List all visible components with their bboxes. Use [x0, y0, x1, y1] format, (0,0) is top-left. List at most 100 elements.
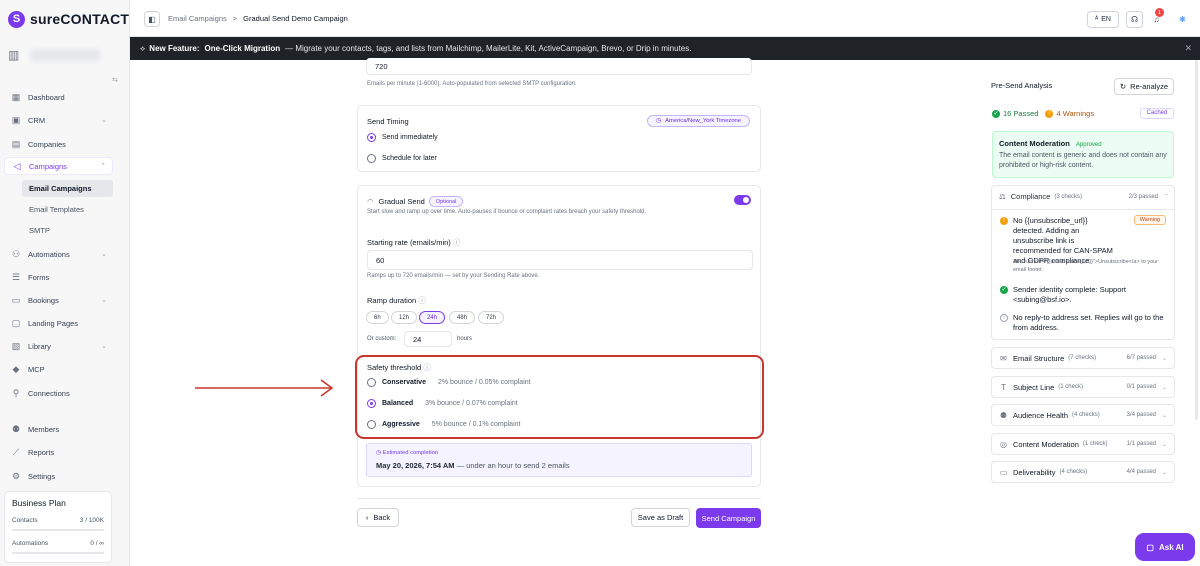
scrollbar[interactable] — [1195, 60, 1198, 420]
compliance-header[interactable]: ⚖ Compliance (3 checks) 2/3 passed ⌃ — [999, 192, 1169, 201]
chevron-down-icon: ⌄ — [1161, 384, 1167, 391]
text-icon: T — [1001, 382, 1006, 392]
email-structure-section[interactable]: ✉ Email Structure (7 checks) 6/7 passed ⌄ — [991, 347, 1175, 369]
deliverability-section[interactable]: ▭ Deliverability (4 checks) 4/4 passed ⌄ — [991, 461, 1175, 483]
workspace-name-blurred — [30, 49, 100, 61]
ramp-option-48h[interactable]: 48h — [449, 311, 476, 324]
send-immediately-radio[interactable]: Send immediately — [367, 133, 438, 142]
app-switch-icon[interactable]: ❋ — [1174, 11, 1191, 28]
compliance-info-text: No reply-to address set. Replies will go… — [1013, 313, 1164, 332]
passed-count: 16 Passed — [1003, 108, 1039, 118]
section-title: Audience Health — [1013, 410, 1069, 420]
ask-ai-button[interactable]: ▢ Ask AI — [1135, 533, 1195, 561]
actions-divider — [357, 498, 761, 499]
sidebar-subitem-email-campaigns[interactable]: Email Campaigns — [22, 180, 113, 197]
content-moderation-section[interactable]: ◎ Content Moderation (1 check) 1/1 passed ⌄ — [991, 433, 1175, 455]
sidebar-item-landing-pages[interactable]: ▢ Landing Pages — [4, 314, 113, 332]
sparkle-icon: ⟡ — [140, 43, 146, 53]
send-campaign-button[interactable]: Send Campaign — [696, 508, 761, 528]
section-passed: 0/1 passed — [1126, 384, 1156, 390]
sending-rate-input[interactable]: 720 — [366, 58, 752, 75]
section-passed: 6/7 passed — [1126, 355, 1156, 361]
sidebar-item-label: Companies — [28, 139, 66, 149]
ramp-option-72h[interactable]: 72h — [478, 311, 505, 324]
section-title: Subject Line — [1013, 382, 1055, 392]
layout-icon: ▢ — [11, 317, 21, 328]
building-icon: ▥ — [8, 48, 20, 62]
sidebar-item-campaigns[interactable]: ◁ Campaigns ⌃ — [4, 157, 113, 175]
section-passed: 4/4 passed — [1126, 469, 1156, 475]
breadcrumb-parent[interactable]: Email Campaigns — [168, 14, 227, 23]
breadcrumb-current: Gradual Send Demo Campaign — [243, 14, 348, 23]
workspace-switcher[interactable]: ▥ — [8, 42, 122, 68]
ramp-option-6h[interactable]: 6h — [366, 311, 389, 324]
banner-title[interactable]: One-Click Migration — [205, 44, 281, 53]
inbox-icon: ▭ — [999, 467, 1008, 477]
sending-rate-help: Emails per minute (1-6000). Auto-populat… — [367, 81, 577, 87]
sidebar-toggle-icon[interactable]: ◧ — [144, 11, 160, 27]
sidebar-item-bookings[interactable]: ▭ Bookings ⌄ — [4, 291, 113, 309]
plan-usage-card: Business Plan Contacts 3 / 100K Automatio… — [4, 491, 112, 563]
info-icon[interactable]: ⓘ — [453, 238, 461, 247]
send-timing-card: Send Timing ◷ America/New_York Timezone S… — [357, 105, 761, 172]
sidebar-item-label: Members — [28, 424, 60, 434]
sidebar-item-forms[interactable]: ☰ Forms — [4, 268, 113, 286]
section-count: (4 checks) — [1059, 469, 1088, 475]
audience-health-section[interactable]: ⚉ Audience Health (4 checks) 3/4 passed ⌄ — [991, 404, 1175, 426]
ramp-option-24h[interactable]: 24h — [419, 311, 446, 324]
sidebar-item-reports[interactable]: ⟋ Reports — [4, 443, 113, 461]
building-icon: ▤ — [11, 138, 21, 149]
schedule-later-radio[interactable]: Schedule for later — [367, 154, 437, 163]
sidebar-item-settings[interactable]: ⚙ Settings — [4, 467, 113, 485]
subject-line-section[interactable]: T Subject Line (1 check) 0/1 passed ⌄ — [991, 376, 1175, 398]
library-icon: ▧ — [11, 340, 21, 351]
chat-icon: ▢ — [1146, 542, 1154, 552]
annotation-arrow-icon — [195, 379, 334, 397]
timezone-badge: ◷ America/New_York Timezone — [647, 115, 750, 127]
automations-progress-bar — [12, 552, 104, 554]
estimated-completion-date: May 20, 2026, 7:54 AM — [376, 461, 455, 470]
mcp-icon: ◆ — [12, 363, 20, 374]
chevron-down-icon: ⌄ — [101, 297, 107, 304]
back-button[interactable]: ‹ Back — [357, 508, 399, 527]
sidebar-item-connections[interactable]: ⚲ Connections — [4, 384, 113, 402]
sidebar-item-label: Library — [28, 341, 51, 351]
save-draft-button[interactable]: Save as Draft — [631, 508, 690, 527]
radio-label: Send immediately — [382, 134, 438, 141]
gradual-send-header: ◠ Gradual Send Optional — [367, 196, 464, 207]
ramp-duration-label: Ramp duration ⓘ — [367, 295, 426, 306]
ramp-option-12h[interactable]: 12h — [391, 311, 418, 324]
sidebar-subitem-email-templates[interactable]: Email Templates — [22, 201, 113, 218]
support-headset-icon[interactable]: ☊ — [1126, 11, 1143, 28]
users-icon: ⚉ — [999, 410, 1008, 420]
info-icon[interactable]: ⓘ — [418, 296, 426, 305]
sidebar-item-automations[interactable]: ⚇ Automations ⌄ — [4, 245, 113, 263]
language-selector[interactable]: ᴬ EN — [1087, 11, 1119, 28]
sidebar-item-library[interactable]: ▧ Library ⌄ — [4, 337, 113, 355]
collapse-sidebar-icon[interactable]: ⇆ — [112, 76, 118, 84]
sidebar-subitem-smtp[interactable]: SMTP — [22, 222, 113, 239]
calendar-icon: ▭ — [11, 294, 21, 305]
radio-label: Schedule for later — [382, 155, 437, 162]
section-count: (1 check) — [1082, 441, 1108, 447]
gradual-send-toggle[interactable] — [734, 195, 751, 205]
section-title: Content Moderation — [1013, 439, 1079, 449]
close-icon[interactable]: ✕ — [1184, 43, 1192, 54]
sidebar-item-dashboard[interactable]: ▦ Dashboard — [4, 88, 113, 106]
section-count: (1 check) — [1058, 384, 1083, 390]
sidebar-item-companies[interactable]: ▤ Companies — [4, 135, 113, 153]
custom-label: Or custom: — [367, 336, 397, 342]
custom-hours-input[interactable]: 24 — [404, 331, 452, 347]
optional-badge: Optional — [428, 196, 464, 207]
reanalyze-button[interactable]: ↻ Re-analyze — [1114, 78, 1174, 95]
chevron-down-icon: ⌄ — [101, 343, 107, 350]
ramp-duration-label-text: Ramp duration — [367, 296, 417, 305]
sidebar-item-mcp[interactable]: ◆ MCP — [4, 360, 113, 378]
logo[interactable]: S sureCONTACT — [8, 9, 129, 29]
automations-label: Automations — [12, 540, 49, 547]
sidebar-item-crm[interactable]: ▣ CRM ⌄ — [4, 111, 113, 129]
warnings-count: 4 Warnings — [1056, 108, 1095, 118]
section-passed: 1/1 passed — [1126, 441, 1156, 447]
starting-rate-input[interactable]: 60 — [367, 250, 753, 270]
sidebar-item-members[interactable]: ⚉ Members — [4, 420, 113, 438]
